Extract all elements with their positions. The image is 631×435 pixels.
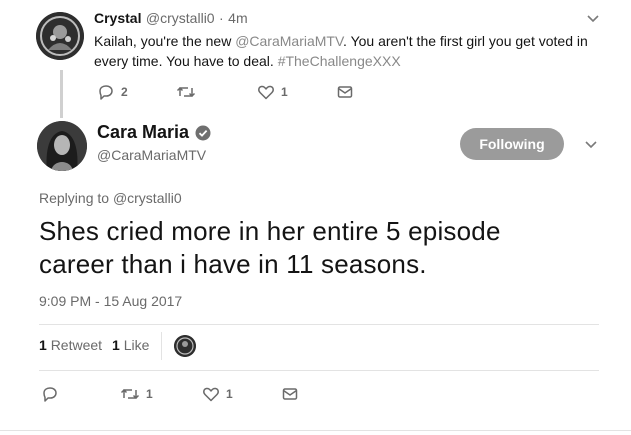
heart-icon [203, 387, 219, 402]
main-retweet-action[interactable]: 1 [120, 385, 153, 403]
reply-more-chevron-icon[interactable] [586, 12, 600, 31]
likes-stat[interactable]: 1 Like [112, 337, 149, 353]
envelope-icon [337, 86, 353, 98]
like-action[interactable]: 1 [257, 83, 288, 101]
main-retweet-count: 1 [146, 387, 153, 401]
header-separator: · [219, 10, 224, 26]
main-author-name[interactable]: Cara Maria [97, 122, 189, 143]
stats-vertical-divider [161, 332, 162, 360]
retweet-icon [120, 388, 140, 400]
avatar-crystal-image [36, 12, 84, 60]
reply-author-name[interactable]: Crystal [94, 10, 141, 26]
heart-icon [258, 85, 274, 100]
replying-to-prefix: Replying to [39, 190, 113, 206]
stats-divider-top [39, 324, 599, 325]
reply-tweet-header: Crystal @crystalli0 · 4m [94, 10, 248, 28]
retweet-icon [176, 86, 196, 98]
reply-tweet-text: Kailah, you're the new @CaraMariaMTV. Yo… [94, 31, 604, 71]
retweet-action[interactable] [176, 83, 202, 101]
reply-action[interactable]: 2 [97, 83, 128, 101]
liker-avatar-image [174, 335, 196, 357]
main-like-count: 1 [226, 387, 233, 401]
stats-divider-bottom [39, 370, 599, 371]
main-author-name-row: Cara Maria [97, 122, 211, 143]
main-reply-action[interactable] [41, 385, 65, 403]
main-author-handle[interactable]: @CaraMariaMTV [97, 147, 206, 163]
main-more-chevron-icon[interactable] [584, 138, 598, 157]
retweets-stat-label: Retweet [50, 337, 103, 353]
likes-stat-count: 1 [112, 337, 120, 353]
main-like-action[interactable]: 1 [202, 385, 233, 403]
verified-badge-icon [195, 125, 211, 140]
like-count: 1 [281, 85, 288, 99]
replying-to-handle[interactable]: @crystalli0 [113, 190, 182, 206]
bottom-divider [0, 430, 631, 431]
following-button[interactable]: Following [460, 128, 564, 160]
reply-timestamp[interactable]: 4m [228, 10, 247, 26]
envelope-icon [282, 388, 298, 400]
main-tweet-timestamp[interactable]: 9:09 PM - 15 Aug 2017 [39, 293, 182, 309]
reply-icon [99, 85, 113, 100]
hashtag-link[interactable]: #TheChallengeXXX [278, 53, 401, 69]
reply-count: 2 [121, 85, 128, 99]
thread-connector-line [60, 70, 63, 118]
reply-author-handle[interactable]: @crystalli0 [146, 10, 215, 26]
reply-text-part-1: Kailah, you're the new [94, 33, 236, 49]
main-tweet-text: Shes cried more in her entire 5 episode … [39, 216, 501, 279]
likes-stat-label: Like [123, 337, 150, 353]
liker-avatar[interactable] [174, 335, 196, 357]
avatar-crystal[interactable] [36, 12, 84, 60]
avatar-cara-maria[interactable] [37, 121, 87, 171]
retweets-stat[interactable]: 1 Retweet [39, 337, 102, 353]
mention-link[interactable]: @CaraMariaMTV [235, 33, 343, 49]
main-direct-message-action[interactable] [281, 385, 299, 403]
replying-to-line: Replying to @crystalli0 [39, 190, 182, 206]
reply-icon [43, 387, 57, 402]
avatar-cara-maria-image [37, 121, 87, 171]
retweets-stat-count: 1 [39, 337, 47, 353]
direct-message-action[interactable] [336, 83, 354, 101]
